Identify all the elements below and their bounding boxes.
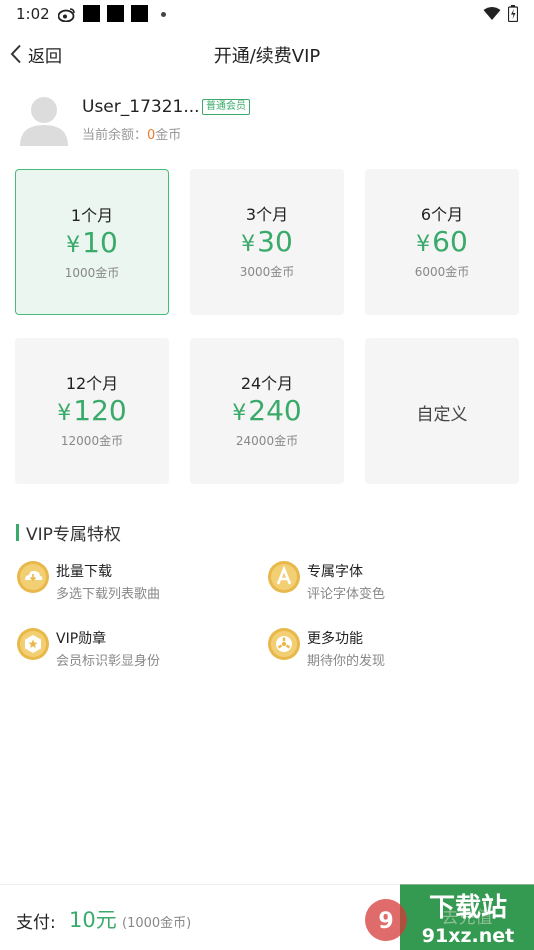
plan-months: 3个月 (245, 205, 289, 224)
title-accent-bar (16, 523, 19, 541)
pay-amount: 10元 (69, 908, 117, 932)
status-time: 1:02 (16, 5, 50, 23)
plan-1-month[interactable]: 1个月 ¥10 1000金币 (15, 169, 169, 315)
payment-bar: 支付: 10元 (1000金币) 去充值 (0, 884, 534, 950)
privilege-vip-medal: VIP勋章 会员标识彰显身份 (16, 627, 256, 671)
plan-price: ¥120 (15, 394, 169, 427)
notification-icon (83, 5, 100, 22)
privilege-name: 专属字体 (307, 564, 363, 580)
avatar (20, 97, 68, 146)
privilege-desc: 期待你的发现 (307, 654, 386, 669)
recharge-button[interactable]: 去充值 (400, 885, 534, 950)
plan-price-value: 30 (257, 225, 293, 258)
privilege-name: 批量下载 (56, 564, 112, 580)
notification-icon (107, 5, 124, 22)
status-bar: 1:02 (0, 0, 534, 28)
plan-coins: 1000金币 (64, 266, 120, 280)
plan-months: 24个月 (240, 374, 294, 393)
plan-price-value: 120 (73, 394, 127, 427)
privilege-batch-download: 批量下载 多选下载列表歌曲 (16, 560, 256, 604)
plan-price: ¥240 (190, 394, 344, 427)
privileges-title-text: VIP专属特权 (26, 524, 121, 545)
plan-months: 12个月 (65, 374, 119, 393)
privilege-more-features: 更多功能 期待你的发现 (267, 627, 507, 671)
plan-coins: 6000金币 (414, 265, 470, 279)
member-badge: 普通会员 (202, 99, 250, 115)
plan-6-months[interactable]: 6个月 ¥60 6000金币 (365, 169, 519, 315)
yen-symbol: ¥ (416, 232, 431, 257)
pay-label: 支付: (16, 913, 56, 933)
plan-coins: 24000金币 (235, 434, 299, 448)
privilege-desc: 多选下载列表歌曲 (56, 587, 161, 602)
privilege-name: VIP勋章 (56, 631, 107, 647)
pay-coins: (1000金币) (122, 916, 192, 931)
plan-custom[interactable]: 自定义 (365, 338, 519, 484)
plan-price-value: 60 (432, 225, 468, 258)
weibo-icon (58, 8, 75, 22)
notification-icon (131, 5, 148, 22)
more-notifications-icon (161, 12, 166, 17)
username: User_17321... (82, 97, 200, 117)
plan-24-months[interactable]: 24个月 ¥240 24000金币 (190, 338, 344, 484)
yen-symbol: ¥ (241, 232, 256, 257)
plan-coins: 3000金币 (239, 265, 295, 279)
balance-text: 当前余额：0金币 (82, 124, 181, 143)
more-features-icon (268, 628, 300, 660)
privilege-desc: 评论字体变色 (307, 587, 386, 602)
plan-12-months[interactable]: 12个月 ¥120 12000金币 (15, 338, 169, 484)
balance-prefix: 当前余额： (82, 128, 148, 143)
privileges-title: VIP专属特权 (16, 520, 121, 545)
plan-custom-label: 自定义 (416, 405, 468, 425)
nav-bar: 返回 开通/续费VIP (0, 28, 534, 80)
plan-coins: 12000金币 (60, 434, 124, 448)
battery-icon (508, 5, 518, 22)
plan-months: 6个月 (420, 205, 464, 224)
plan-price: ¥10 (16, 226, 168, 259)
privilege-desc: 会员标识彰显身份 (56, 654, 161, 669)
plan-price-value: 240 (248, 394, 302, 427)
yen-symbol: ¥ (66, 233, 81, 258)
yen-symbol: ¥ (232, 401, 247, 426)
wifi-icon (483, 7, 501, 20)
medal-star-icon (17, 628, 49, 660)
font-a-icon (268, 561, 300, 593)
page-title: 开通/续费VIP (213, 46, 321, 67)
cloud-download-icon (17, 561, 49, 593)
plan-3-months[interactable]: 3个月 ¥30 3000金币 (190, 169, 344, 315)
plan-price: ¥60 (365, 225, 519, 258)
plan-price: ¥30 (190, 225, 344, 258)
plan-price-value: 10 (82, 226, 118, 259)
privilege-name: 更多功能 (307, 631, 363, 647)
privilege-exclusive-font: 专属字体 评论字体变色 (267, 560, 507, 604)
plan-months: 1个月 (70, 206, 114, 225)
user-profile: User_17321... 普通会员 当前余额：0金币 (18, 90, 518, 150)
yen-symbol: ¥ (57, 401, 72, 426)
balance-unit: 金币 (155, 128, 182, 143)
